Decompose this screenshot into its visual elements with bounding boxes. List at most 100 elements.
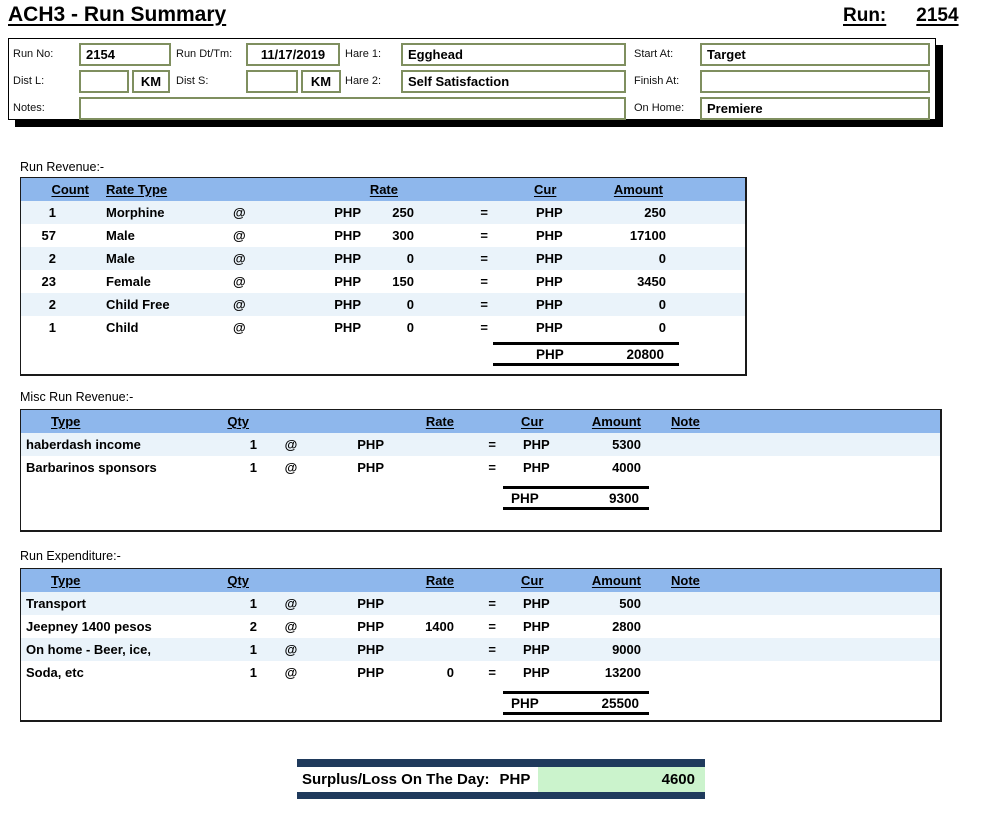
type-cell: Child Free xyxy=(106,297,170,312)
type-cell: Soda, etc xyxy=(26,665,84,680)
misc-section-label: Misc Run Revenue:- xyxy=(20,390,134,404)
at-cell: @ xyxy=(284,665,298,680)
count-cell: 1 xyxy=(48,320,56,335)
dist-l-unit: KM xyxy=(132,70,170,93)
misc-header-rate: Rate xyxy=(425,414,454,429)
misc-header-note: Note xyxy=(671,414,700,429)
expenditure-total-currency: PHP xyxy=(511,695,539,711)
qty-cell: 1 xyxy=(249,665,257,680)
rate-cell: 0 xyxy=(446,665,454,680)
amount-cell: 5300 xyxy=(612,437,641,452)
revenue-section-label: Run Revenue:- xyxy=(20,160,105,174)
revenue-header-cur: Cur xyxy=(534,182,557,197)
run-dt-input[interactable]: 11/17/2019 xyxy=(246,43,340,66)
run-no-input[interactable]: 2154 xyxy=(79,43,171,66)
rate-cell: 0 xyxy=(406,297,414,312)
type-cell: Barbarinos sponsors xyxy=(26,460,157,475)
currency-cell: PHP xyxy=(523,596,550,611)
equals-cell: = xyxy=(480,228,488,243)
count-cell: 1 xyxy=(48,205,56,220)
type-cell: haberdash income xyxy=(26,437,141,452)
expenditure-header-note: Note xyxy=(671,573,700,588)
expenditure-total-amount: 25500 xyxy=(601,695,639,711)
rate-currency-cell: PHP xyxy=(357,460,384,475)
hare1-input[interactable]: Egghead xyxy=(401,43,626,66)
expenditure-header-qty: Qty xyxy=(227,573,249,588)
amount-cell: 3450 xyxy=(637,274,666,289)
expenditure-header-rate: Rate xyxy=(425,573,454,588)
count-cell: 2 xyxy=(48,251,56,266)
amount-cell: 0 xyxy=(658,320,666,335)
qty-cell: 1 xyxy=(249,596,257,611)
rate-currency-cell: PHP xyxy=(357,642,384,657)
currency-cell: PHP xyxy=(536,274,563,289)
on-home-input[interactable]: Premiere xyxy=(700,97,930,120)
type-cell: Male xyxy=(106,251,135,266)
rate-currency-cell: PHP xyxy=(357,619,384,634)
at-cell: @ xyxy=(233,297,246,312)
qty-cell: 1 xyxy=(249,642,257,657)
rate-currency-cell: PHP xyxy=(334,251,361,266)
dist-s-input[interactable] xyxy=(246,70,298,93)
misc-total-currency: PHP xyxy=(511,490,539,506)
amount-cell: 0 xyxy=(658,251,666,266)
run-reference-number: 2154 xyxy=(916,5,959,26)
equals-cell: = xyxy=(488,665,496,680)
expenditure-row: Transport 1 @ PHP = PHP 500 xyxy=(21,592,940,615)
rate-currency-cell: PHP xyxy=(357,596,384,611)
revenue-total: PHP 20800 xyxy=(493,342,679,366)
revenue-row: 57 Male @ PHP 300 = PHP 17100 xyxy=(21,224,745,247)
misc-total: PHP 9300 xyxy=(503,486,649,510)
dist-l-label: Dist L: xyxy=(13,75,45,87)
revenue-row: 2 Male @ PHP 0 = PHP 0 xyxy=(21,247,745,270)
revenue-header-row: Count Rate Type Rate Cur Amount xyxy=(21,178,745,201)
revenue-row: 2 Child Free @ PHP 0 = PHP 0 xyxy=(21,293,745,316)
amount-cell: 13200 xyxy=(604,665,641,680)
expenditure-total: PHP 25500 xyxy=(503,691,649,715)
amount-cell: 4000 xyxy=(612,460,641,475)
hare2-label: Hare 2: xyxy=(345,75,382,87)
expenditure-header-cur: Cur xyxy=(521,573,544,588)
amount-cell: 500 xyxy=(619,596,641,611)
run-no-label: Run No: xyxy=(13,48,54,60)
equals-cell: = xyxy=(488,460,496,475)
revenue-header-type: Rate Type xyxy=(106,182,168,197)
misc-row: haberdash income 1 @ PHP = PHP 5300 xyxy=(21,433,940,456)
currency-cell: PHP xyxy=(523,665,550,680)
type-cell: Female xyxy=(106,274,151,289)
hare1-label: Hare 1: xyxy=(345,48,382,60)
dist-s-label: Dist S: xyxy=(176,75,209,87)
surplus-amount: 4600 xyxy=(538,767,705,792)
notes-input[interactable] xyxy=(79,97,626,120)
dist-l-input[interactable] xyxy=(79,70,129,93)
type-cell: On home - Beer, ice, xyxy=(26,642,151,657)
at-cell: @ xyxy=(284,596,298,611)
count-cell: 23 xyxy=(41,274,56,289)
equals-cell: = xyxy=(488,437,496,452)
surplus-currency: PHP xyxy=(499,771,531,788)
hare2-input[interactable]: Self Satisfaction xyxy=(401,70,626,93)
notes-label: Notes: xyxy=(13,102,45,114)
start-at-input[interactable]: Target xyxy=(700,43,930,66)
surplus-loss-bar: Surplus/Loss On The Day: PHP 4600 xyxy=(297,759,705,799)
type-cell: Transport xyxy=(26,596,86,611)
type-cell: Jeepney 1400 pesos xyxy=(26,619,152,634)
expenditure-header-type: Type xyxy=(51,573,81,588)
expenditure-row: On home - Beer, ice, 1 @ PHP = PHP 9000 xyxy=(21,638,940,661)
equals-cell: = xyxy=(488,619,496,634)
equals-cell: = xyxy=(480,297,488,312)
on-home-label: On Home: xyxy=(634,102,685,114)
at-cell: @ xyxy=(233,228,246,243)
at-cell: @ xyxy=(284,460,298,475)
finish-at-input[interactable] xyxy=(700,70,930,93)
revenue-total-amount: 20800 xyxy=(626,346,664,362)
count-cell: 57 xyxy=(41,228,56,243)
rate-cell: 150 xyxy=(392,274,414,289)
misc-total-amount: 9300 xyxy=(608,490,639,506)
currency-cell: PHP xyxy=(536,320,563,335)
currency-cell: PHP xyxy=(523,642,550,657)
misc-revenue-table: Type Qty Rate Cur Amount Note haberdash … xyxy=(20,409,942,532)
revenue-row: 23 Female @ PHP 150 = PHP 3450 xyxy=(21,270,745,293)
at-cell: @ xyxy=(284,619,298,634)
amount-cell: 17100 xyxy=(629,228,666,243)
